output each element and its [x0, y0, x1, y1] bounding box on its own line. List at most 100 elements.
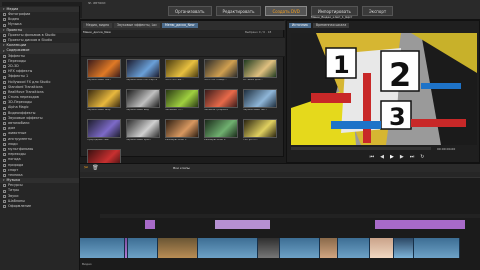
thumbnail-caption: Зарамочная поп-карта: [126, 79, 158, 81]
thumbnail-caption: Тип фото...: [243, 139, 259, 141]
tree-item-label: техника: [8, 172, 23, 177]
preview-scrubber[interactable]: [291, 147, 431, 150]
main-tab[interactable]: Создать DVD: [265, 6, 307, 16]
thumbnail-item[interactable]: Размеры кино 2: [204, 119, 241, 145]
video-clip[interactable]: [80, 238, 125, 258]
video-clip[interactable]: [338, 238, 370, 258]
library-tab[interactable]: Звуковые эффекты, Loc: [114, 23, 161, 28]
tree-item[interactable]: Оформление: [0, 204, 79, 209]
thumbnail-item[interactable]: Зарамочный крест: [126, 119, 163, 145]
checkbox-icon[interactable]: [3, 137, 6, 141]
checkbox-icon[interactable]: [3, 153, 6, 157]
video-clip[interactable]: [280, 238, 320, 258]
step-forward-icon[interactable]: ▶: [400, 154, 404, 160]
timeline-mode[interactable]: Мои клипы: [173, 167, 190, 170]
tree-item-label: Проекты: [6, 27, 23, 32]
video-clip[interactable]: [370, 238, 394, 258]
checkbox-icon[interactable]: [3, 59, 6, 63]
checkbox-icon[interactable]: [3, 189, 6, 193]
menu-number-2[interactable]: 2: [389, 56, 411, 94]
thumbnail-item[interactable]: Зарамочный лист: [243, 89, 280, 115]
checkbox-icon[interactable]: [3, 34, 6, 38]
checkbox-icon[interactable]: [3, 23, 6, 27]
library-tab[interactable]: Меню_диска_New: [162, 23, 198, 28]
thumbnail-item[interactable]: Зарамочный свет: [87, 59, 124, 85]
expand-arrow-icon[interactable]: ▾: [3, 49, 5, 53]
checkbox-icon[interactable]: [3, 101, 6, 105]
thumbnail-item[interactable]: Зарамочный шар: [87, 89, 124, 115]
video-clip[interactable]: [158, 238, 198, 258]
video-clip[interactable]: [414, 238, 460, 258]
checkbox-icon[interactable]: [3, 184, 6, 188]
checkbox-icon[interactable]: [3, 96, 6, 100]
checkbox-icon[interactable]: [3, 205, 6, 209]
main-tab[interactable]: Импортировать: [310, 6, 358, 16]
expand-arrow-icon[interactable]: ▾: [3, 8, 5, 11]
library-tab[interactable]: Медиа, видео: [83, 23, 113, 28]
menu-number-3[interactable]: 3: [389, 103, 406, 131]
thumbnail-item[interactable]: Зеленый HF...: [165, 89, 202, 115]
preview-tab[interactable]: Источник: [289, 23, 311, 28]
purple-strip-top: [100, 214, 480, 218]
checkbox-icon[interactable]: [3, 158, 6, 162]
thumbnail-item[interactable]: Зеленая графика: [204, 89, 241, 115]
checkbox-icon[interactable]: [3, 174, 6, 178]
preview-title: Меню_Видео_клип_1_Щит: [311, 16, 353, 19]
checkbox-icon[interactable]: [3, 132, 6, 136]
checkbox-icon[interactable]: [3, 122, 6, 126]
purple-clip-3[interactable]: [375, 220, 465, 229]
expand-arrow-icon[interactable]: ▾: [3, 44, 5, 47]
video-clip[interactable]: [320, 238, 338, 258]
library-breadcrumb[interactable]: Меню_диска_New: [83, 31, 163, 34]
checkbox-icon[interactable]: [3, 13, 6, 17]
menu-number-1[interactable]: 1: [333, 51, 350, 79]
checkbox-icon[interactable]: [3, 194, 6, 198]
checkbox-icon[interactable]: [3, 148, 6, 152]
checkbox-icon[interactable]: [3, 85, 6, 89]
purple-clip-2[interactable]: [215, 220, 270, 229]
checkbox-icon[interactable]: [3, 111, 6, 115]
checkbox-icon[interactable]: [3, 65, 6, 69]
thumbnail-item[interactable]: Размеры кино 1: [165, 119, 202, 145]
skip-back-icon[interactable]: ⏮: [370, 154, 375, 160]
main-tab[interactable]: Экспорт: [361, 6, 394, 16]
thumbnail-item[interactable]: Зарамочная поп-карта: [126, 59, 163, 85]
checkbox-icon[interactable]: [3, 200, 6, 204]
trash-icon[interactable]: 🗑: [92, 165, 98, 171]
video-clip[interactable]: [258, 238, 280, 258]
checkbox-icon[interactable]: [3, 75, 6, 79]
step-back-icon[interactable]: ◀: [380, 154, 384, 160]
thumbnail-item[interactable]: Зарамочный вид: [126, 89, 163, 115]
checkbox-icon[interactable]: [3, 18, 6, 22]
preview-tab[interactable]: Временная шкала: [312, 23, 350, 28]
checkbox-icon[interactable]: [3, 106, 6, 110]
loop-icon[interactable]: ↻: [420, 154, 424, 160]
main-tab[interactable]: Редактировать: [215, 6, 262, 16]
video-clip[interactable]: [128, 238, 158, 258]
checkbox-icon[interactable]: [3, 168, 6, 172]
thumbnail-item[interactable]: Вставка фон...: [243, 59, 280, 85]
tree-item-label: Alpha Magic: [8, 105, 29, 110]
checkbox-icon[interactable]: [3, 127, 6, 131]
skip-forward-icon[interactable]: ⏭: [410, 154, 415, 160]
thumbnail-item[interactable]: Золотой плеер...: [204, 59, 241, 85]
purple-clip-1[interactable]: [145, 220, 155, 229]
expand-arrow-icon[interactable]: ▾: [3, 28, 5, 32]
expand-arrow-icon[interactable]: ▾: [3, 179, 5, 182]
checkbox-icon[interactable]: [3, 54, 6, 58]
checkbox-icon[interactable]: [3, 142, 6, 146]
checkbox-icon[interactable]: [3, 70, 6, 74]
checkbox-icon[interactable]: [3, 39, 6, 43]
video-clip[interactable]: [394, 238, 414, 258]
checkbox-icon[interactable]: [3, 163, 6, 167]
thumbnail-item[interactable]: Тип фото...: [243, 119, 280, 145]
thumbnail-item[interactable]: Природный свет: [87, 119, 124, 145]
checkbox-icon[interactable]: [3, 91, 6, 95]
play-icon[interactable]: ▶: [390, 154, 394, 160]
scissors-icon[interactable]: ✂: [84, 165, 88, 171]
checkbox-icon[interactable]: [3, 80, 6, 84]
video-clip[interactable]: [198, 238, 258, 258]
thumbnail-item[interactable]: Золотистые...: [165, 59, 202, 85]
checkbox-icon[interactable]: [3, 117, 6, 121]
main-tab[interactable]: Организовать: [168, 6, 212, 16]
